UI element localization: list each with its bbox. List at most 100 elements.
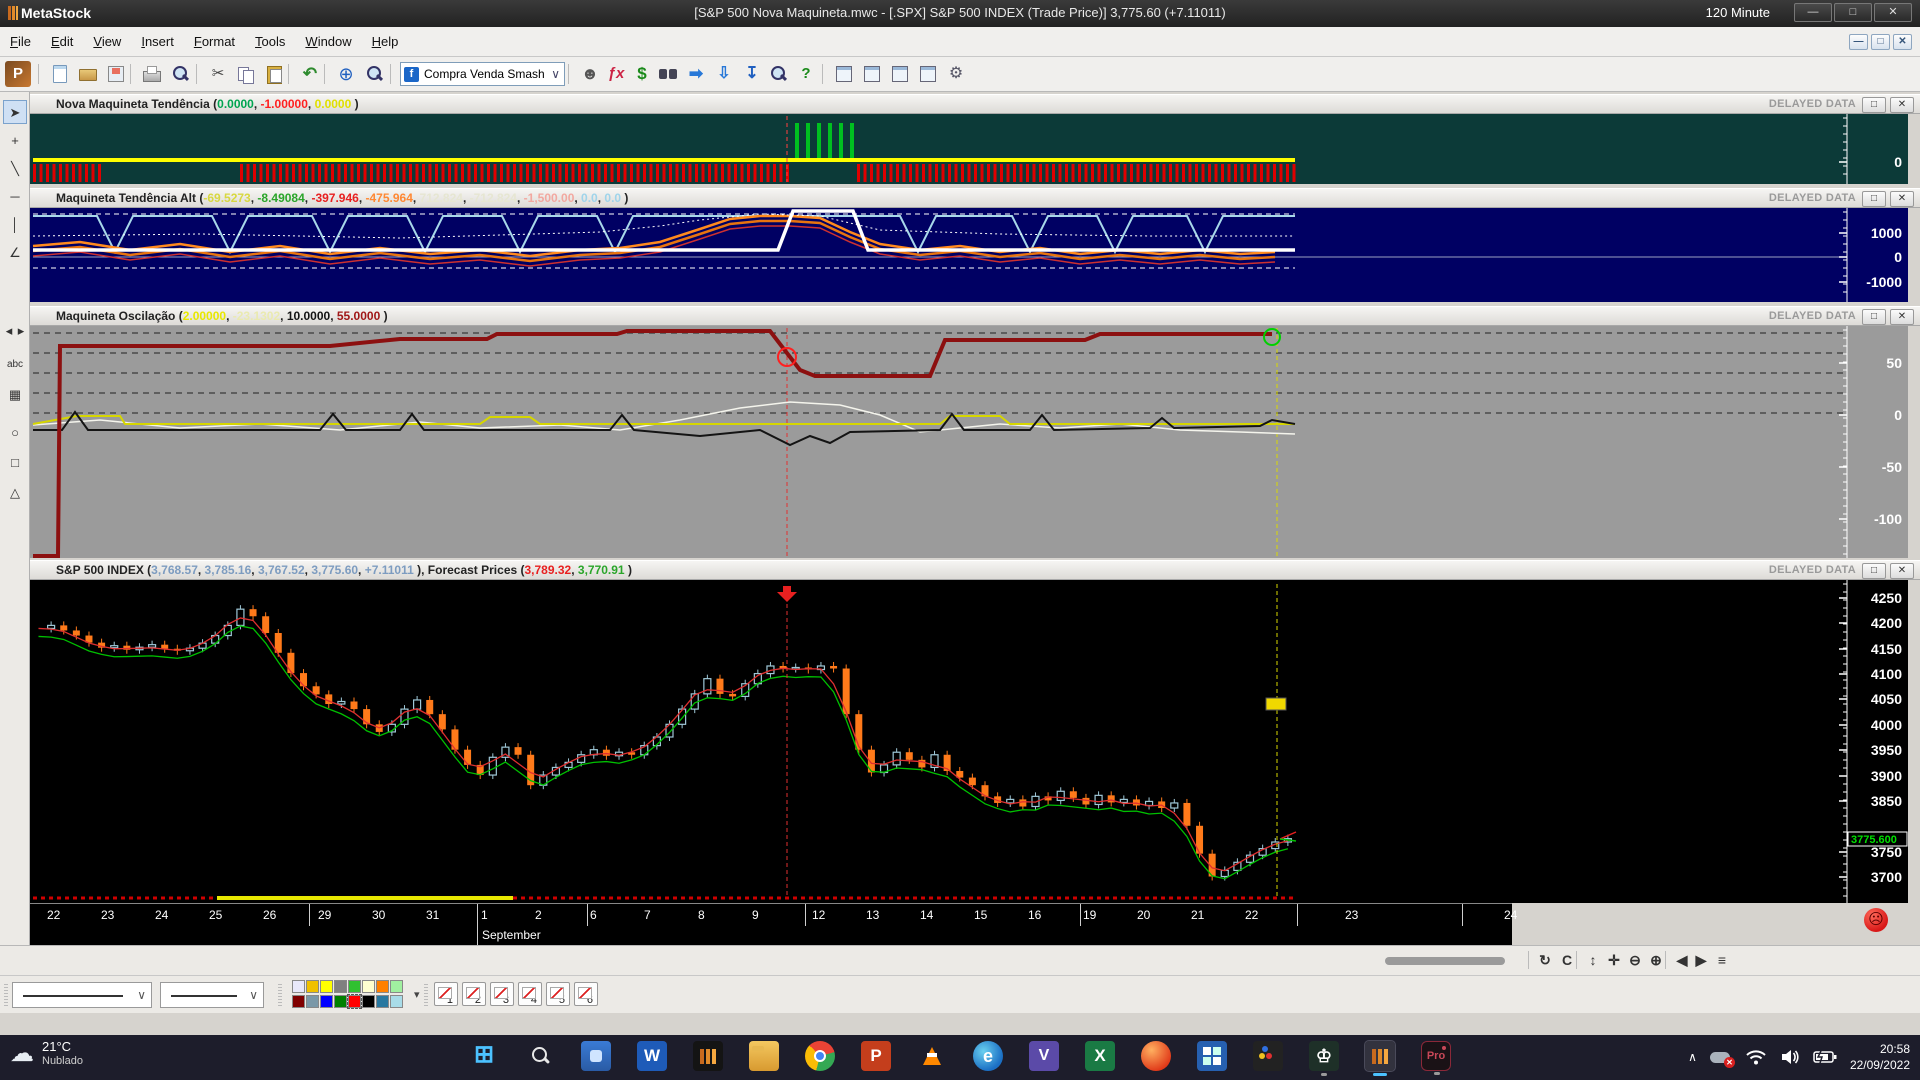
panel-restore-button[interactable]: □: [1862, 309, 1886, 325]
pointer-tool[interactable]: ➤: [3, 100, 27, 124]
help-pointer-icon[interactable]: ?: [794, 62, 818, 86]
dollar-icon[interactable]: $: [630, 62, 654, 86]
chart-template-button-6[interactable]: 6: [574, 982, 598, 1006]
forecast-arrow-icon[interactable]: ➡: [684, 62, 708, 86]
paste-icon[interactable]: [262, 62, 286, 86]
scroll-left-tool[interactable]: ◂: [3, 318, 15, 342]
games-app[interactable]: [1253, 1041, 1283, 1071]
refresh-button[interactable]: ↻: [1535, 950, 1555, 970]
color-swatch[interactable]: [334, 980, 347, 993]
triangle-tool[interactable]: △: [3, 480, 27, 504]
chart-template-button-5[interactable]: 5: [546, 982, 570, 1006]
panel-restore-button[interactable]: □: [1862, 191, 1886, 207]
layout-list-button[interactable]: ≡: [1712, 950, 1732, 970]
menu-edit[interactable]: Edit: [41, 27, 83, 49]
powerpoint-app[interactable]: P: [861, 1041, 891, 1071]
cut-icon[interactable]: ✂: [206, 62, 230, 86]
color-swatch[interactable]: [320, 980, 333, 993]
weather-widget[interactable]: ☁ 21°C Nublado: [10, 1039, 83, 1068]
chart-template-button-3[interactable]: 3: [490, 982, 514, 1006]
panel-header-p4[interactable]: S&P 500 INDEX (3,768.57, 3,785.16, 3,767…: [30, 560, 1920, 580]
vertical-scale-button[interactable]: ↕: [1583, 950, 1603, 970]
line-weight-dropdown[interactable]: ∨: [160, 982, 264, 1008]
menu-format[interactable]: Format: [184, 27, 245, 49]
onedrive-icon[interactable]: ✕: [1710, 1049, 1732, 1065]
collapse-button[interactable]: C: [1557, 950, 1577, 970]
palette-dropdown-arrow[interactable]: ▾: [414, 988, 420, 1001]
color-swatch[interactable]: [292, 995, 305, 1008]
chart-template-button-1[interactable]: 1: [434, 982, 458, 1006]
copy-icon[interactable]: [234, 62, 258, 86]
crosshair-tool[interactable]: +: [3, 128, 27, 152]
color-swatch[interactable]: [320, 995, 333, 1008]
search-button[interactable]: [525, 1041, 555, 1071]
print-icon[interactable]: [140, 62, 164, 86]
browser-ball-app[interactable]: [1141, 1041, 1171, 1071]
date-axis[interactable]: 2223242526293031126789121314151619202122…: [30, 903, 1512, 926]
maximize-button[interactable]: □: [1834, 3, 1872, 22]
volume-icon[interactable]: [1780, 1048, 1800, 1066]
tile-chart-icon[interactable]: [888, 62, 912, 86]
new-chart-icon[interactable]: [48, 62, 72, 86]
undo-icon[interactable]: ↶: [298, 62, 322, 86]
zoom-out-button[interactable]: ⊖: [1625, 950, 1645, 970]
zoom-in-button[interactable]: ⊕: [1646, 950, 1666, 970]
panel-header-p3[interactable]: Maquineta Oscilação (2.00000, -23.1302, …: [30, 306, 1920, 326]
chrome-app[interactable]: [805, 1041, 835, 1071]
chess-app[interactable]: ♔: [1309, 1041, 1339, 1071]
report-icon[interactable]: [766, 62, 790, 86]
close-button[interactable]: ✕: [1874, 3, 1912, 22]
rectangle-tool[interactable]: □: [3, 450, 27, 474]
panel-restore-button[interactable]: □: [1862, 563, 1886, 579]
chart-panel-p1[interactable]: 0: [30, 114, 1908, 184]
excel-app[interactable]: X: [1085, 1041, 1115, 1071]
angle-line-tool[interactable]: ∠: [3, 240, 27, 264]
v-app[interactable]: V: [1029, 1041, 1059, 1071]
office-tiles-app[interactable]: [1197, 1041, 1227, 1071]
explorer-binoculars-icon[interactable]: [656, 62, 680, 86]
panel-header-p1[interactable]: Nova Maquineta Tendência (0.0000, -1.000…: [30, 94, 1920, 114]
powerconsole-icon[interactable]: P: [5, 61, 31, 87]
color-swatch[interactable]: [306, 995, 319, 1008]
color-swatch[interactable]: [348, 980, 361, 993]
minimize-button[interactable]: —: [1794, 3, 1832, 22]
color-swatch[interactable]: [348, 995, 361, 1008]
color-swatch[interactable]: [334, 995, 347, 1008]
battery-icon[interactable]: [1813, 1049, 1837, 1065]
mdi-close-button[interactable]: ✕: [1893, 34, 1912, 50]
ellipse-tool[interactable]: ○: [3, 420, 27, 444]
cascade-windows-icon[interactable]: [832, 62, 856, 86]
text-tool[interactable]: abc: [3, 352, 27, 376]
grid-tool[interactable]: ▦: [3, 382, 27, 406]
panel-close-button[interactable]: ✕: [1890, 563, 1914, 579]
menu-tools[interactable]: Tools: [245, 27, 295, 49]
color-swatch[interactable]: [390, 980, 403, 993]
start-button[interactable]: ⊞: [469, 1041, 499, 1071]
open-icon[interactable]: [76, 62, 100, 86]
pan-button[interactable]: ✛: [1604, 950, 1624, 970]
cast-app[interactable]: [581, 1041, 611, 1071]
page-left-button[interactable]: ◀: [1672, 950, 1692, 970]
horizontal-line-tool[interactable]: ─: [3, 184, 27, 208]
print-preview-icon[interactable]: [168, 62, 192, 86]
edge-app[interactable]: e: [973, 1041, 1003, 1071]
panel-close-button[interactable]: ✕: [1890, 191, 1914, 207]
menu-insert[interactable]: Insert: [131, 27, 184, 49]
menu-view[interactable]: View: [83, 27, 131, 49]
horizontal-scrollbar[interactable]: [1385, 957, 1505, 965]
mdi-restore-button[interactable]: □: [1871, 34, 1890, 50]
metastock-app[interactable]: [1365, 1041, 1395, 1071]
chart-panel-p4[interactable]: 4250420041504100405040003950390038503750…: [30, 580, 1908, 903]
chart-panel-p2[interactable]: 10000-1000: [30, 208, 1908, 302]
menu-file[interactable]: File: [0, 27, 41, 49]
indicator-fx-icon[interactable]: ƒx: [604, 62, 628, 86]
color-swatch[interactable]: [306, 980, 319, 993]
line-style-dropdown[interactable]: ∨: [12, 982, 152, 1008]
taskbar-clock[interactable]: 20:58 22/09/2022: [1850, 1041, 1910, 1073]
save-icon[interactable]: [104, 62, 128, 86]
panel-header-p2[interactable]: Maquineta Tendência Alt (-69.5273, -8.49…: [30, 188, 1920, 208]
title-bar[interactable]: MetaStock [S&P 500 Nova Maquineta.mwc - …: [0, 0, 1920, 27]
crosshair-icon[interactable]: ⊕: [334, 62, 358, 86]
layout-settings-icon[interactable]: ⚙: [944, 62, 968, 86]
page-right-button[interactable]: ▶: [1691, 950, 1711, 970]
